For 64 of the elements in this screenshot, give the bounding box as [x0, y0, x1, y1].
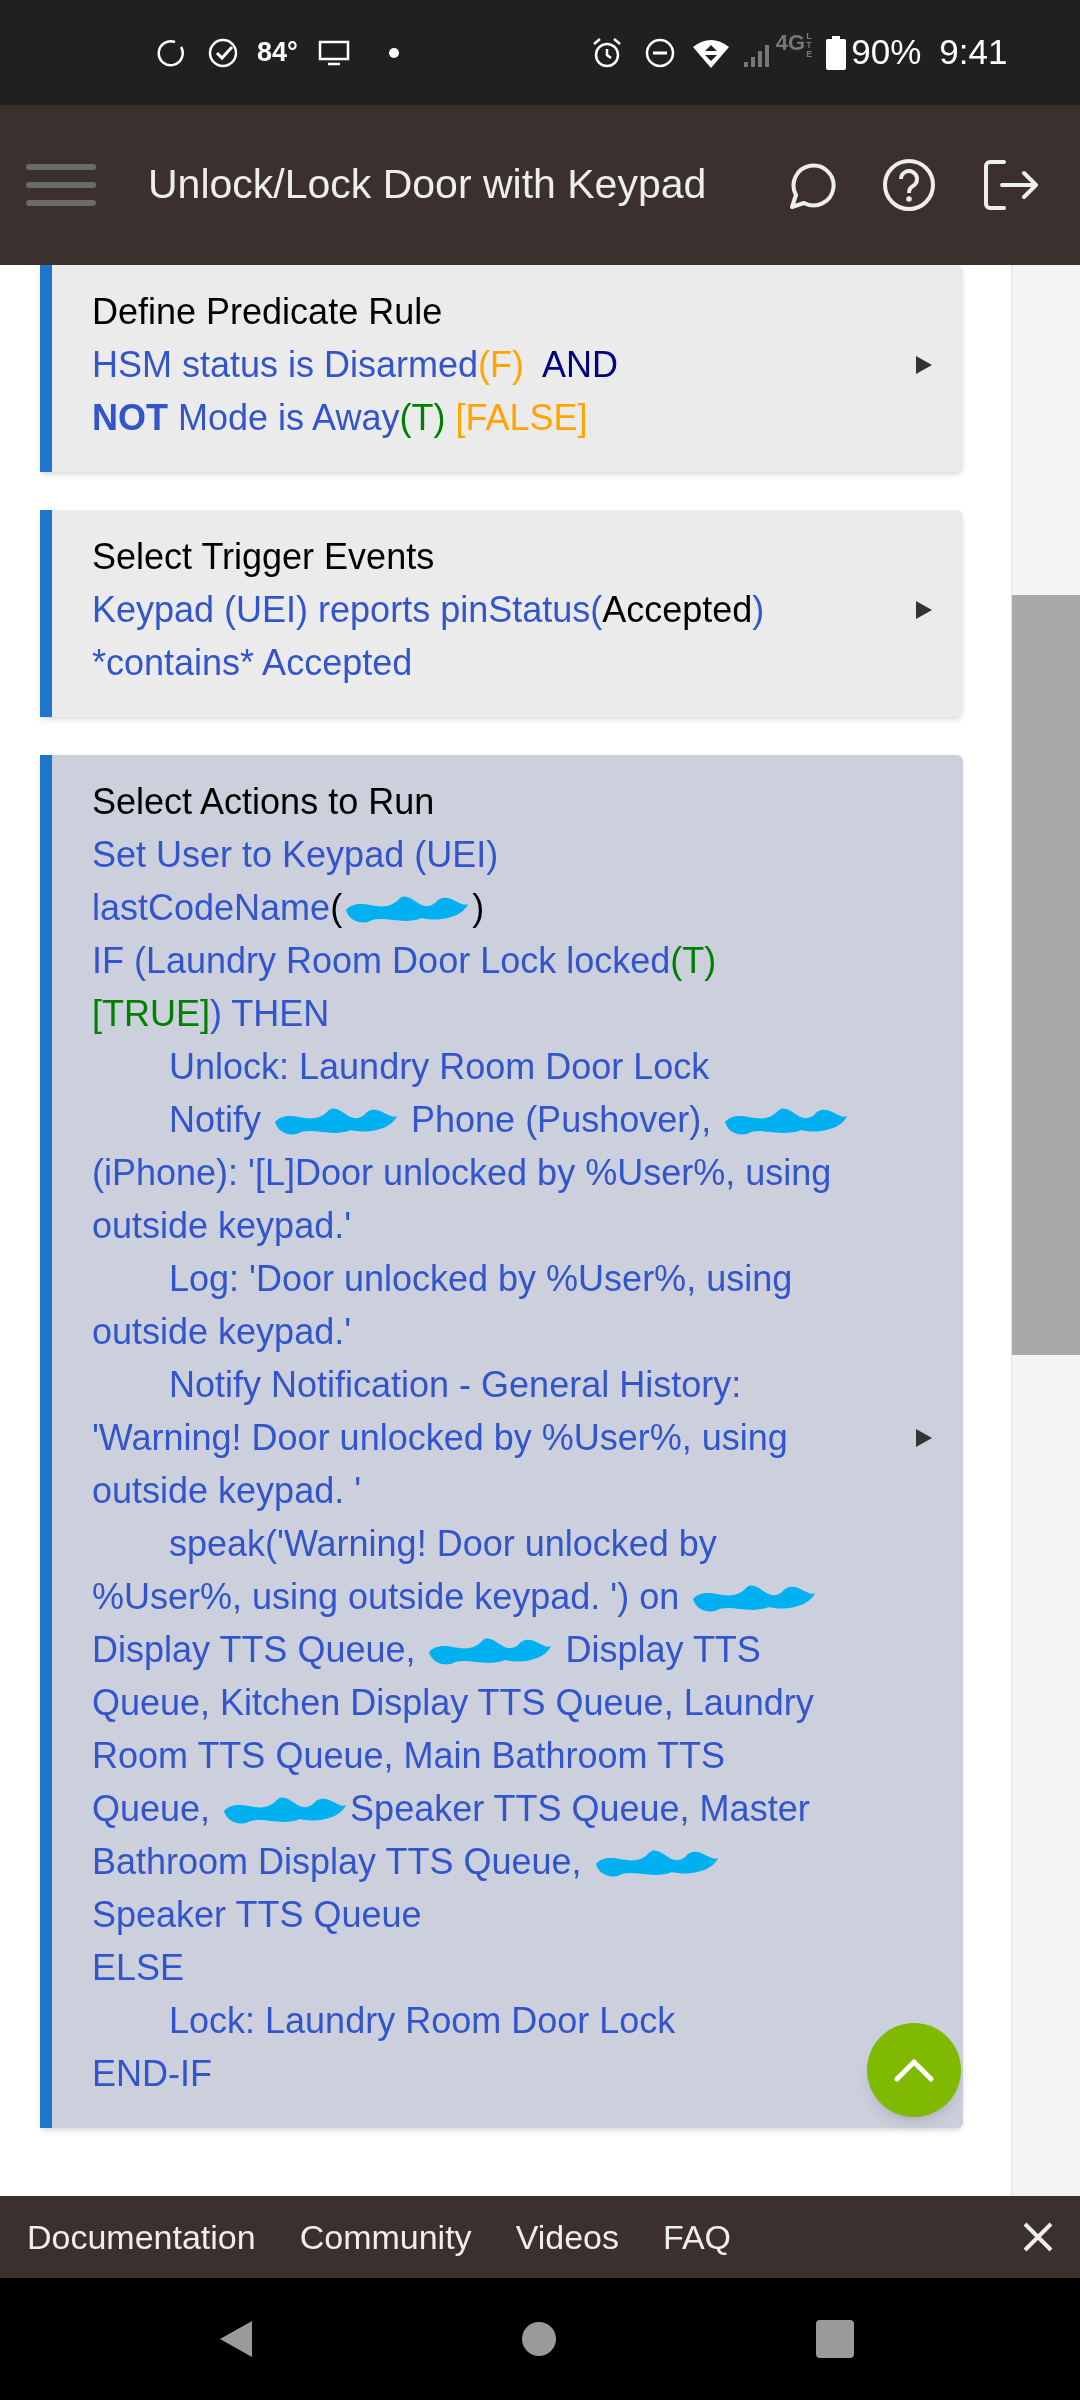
clock: 9:41: [939, 31, 1008, 74]
rule-text: outside keypad. ': [92, 1469, 362, 1513]
rule-section-card[interactable]: [40, 755, 963, 2128]
scrollbar[interactable]: [1011, 265, 1080, 2196]
notification-dot-icon: [387, 46, 400, 59]
rule-text: Speaker TTS Queue, Master: [350, 1787, 810, 1831]
rule-text: %User%, using outside keypad. ') on: [92, 1575, 681, 1619]
expand-arrow-icon: [915, 354, 933, 375]
rule-text: lastCodeName: [92, 886, 331, 930]
do-not-disturb-icon: [643, 36, 676, 69]
rule-text: 'Warning! Door unlocked by %User%, using: [92, 1416, 788, 1460]
rule-text: outside keypad.': [92, 1204, 352, 1248]
network-subtype: LTE: [806, 32, 812, 59]
expand-arrow-icon: [915, 599, 933, 620]
rule-section-card[interactable]: Select Trigger Events Keypad (UEI) reports pinStatus(Accepted) *contains* Accepted: [40, 510, 963, 717]
rule-text: Phone (Pushover),: [410, 1098, 713, 1142]
help-icon[interactable]: [882, 158, 936, 212]
rule-text: HSM status is Disarmed(F) AND: [92, 343, 619, 387]
section-title: Define Predicate Rule: [92, 290, 444, 334]
footer-link[interactable]: Community: [299, 2211, 472, 2263]
rule-text: Bathroom Display TTS Queue,: [92, 1840, 583, 1884]
monitor-icon: [317, 38, 350, 67]
rule-text: Display TTS Queue,: [92, 1628, 417, 1672]
close-icon: [1022, 2221, 1054, 2253]
rule-section-card[interactable]: Define Predicate Rule HSM status is Disarmed(F) AND NOT Mode is Away(T) [FALSE]: [40, 265, 963, 472]
check-circle-icon: [207, 36, 239, 69]
rule-text: (iPhone): '[L]Door unlocked by %User%, using: [92, 1151, 832, 1195]
section-title: Select Actions to Run: [92, 780, 436, 824]
rule-text: Lock: Laundry Room Door Lock: [168, 1999, 676, 2043]
rule-text: Notify Notification - General History:: [168, 1363, 742, 1407]
expand-arrow-icon: [915, 1427, 933, 1448]
rule-text: (: [330, 886, 343, 930]
page-title: Unlock/Lock Door with Keypad: [148, 160, 707, 210]
footer-link[interactable]: FAQ: [663, 2211, 731, 2263]
footer-link[interactable]: Documentation: [27, 2211, 256, 2263]
footer-link[interactable]: Videos: [515, 2211, 619, 2263]
rule-text: Queue,: [92, 1787, 212, 1831]
temperature: 84°: [257, 36, 298, 70]
battery-icon: [825, 35, 848, 70]
rule-text: Keypad (UEI) reports pinStatus(Accepted): [92, 588, 765, 632]
rule-text: *contains* Accepted: [92, 641, 413, 685]
section-title: Select Trigger Events: [92, 535, 436, 579]
rule-text: [TRUE]) THEN: [92, 992, 330, 1036]
rule-text: IF (Laundry Room Door Lock locked(T): [92, 939, 717, 983]
home-icon[interactable]: [522, 2322, 556, 2356]
logout-icon[interactable]: [982, 159, 1040, 211]
chevron-up-icon: [894, 2058, 934, 2082]
rule-text: Log: 'Door unlocked by %User%, using: [168, 1257, 793, 1301]
rule-text: Queue, Kitchen Display TTS Queue, Laundry: [92, 1681, 814, 1725]
rule-text: END-IF: [92, 2052, 212, 2096]
rule-text: NOT Mode is Away(T) [FALSE]: [92, 396, 588, 440]
rule-text: outside keypad.': [92, 1310, 352, 1354]
rule-text: Display TTS: [564, 1628, 761, 1672]
battery-percent: 90%: [851, 31, 922, 74]
rule-text: Unlock: Laundry Room Door Lock: [168, 1045, 710, 1089]
rule-text: ELSE: [92, 1946, 185, 1990]
rule-text: Notify: [169, 1098, 263, 1142]
rule-text: Set User to Keypad (UEI): [92, 833, 499, 877]
rule-text: ): [472, 886, 485, 930]
rule-text: Speaker TTS Queue: [92, 1893, 422, 1937]
rule-text: speak('Warning! Door unlocked by: [168, 1522, 717, 1566]
rule-text: Room TTS Queue, Main Bathroom TTS: [92, 1734, 725, 1778]
network-type: 4G: [775, 32, 806, 54]
back-icon[interactable]: [218, 2319, 254, 2359]
